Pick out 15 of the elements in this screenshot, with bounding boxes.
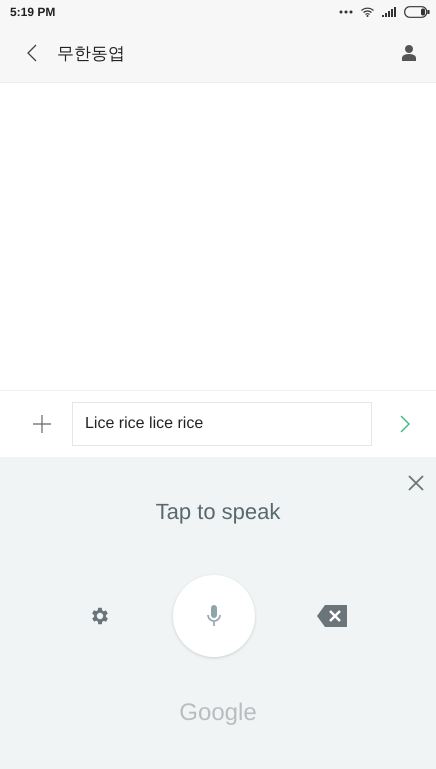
backspace-icon[interactable] bbox=[317, 605, 347, 627]
settings-icon[interactable] bbox=[89, 605, 111, 627]
back-icon[interactable] bbox=[27, 44, 37, 62]
more-dots-icon bbox=[339, 10, 353, 14]
chat-title: 무한동엽 bbox=[57, 42, 126, 64]
signal-icon bbox=[382, 7, 396, 17]
status-time: 5:19 PM bbox=[10, 5, 56, 19]
microphone-icon bbox=[207, 605, 221, 627]
message-input[interactable]: Lice rice lice rice bbox=[72, 402, 372, 446]
battery-icon bbox=[404, 6, 430, 18]
person-icon[interactable] bbox=[402, 45, 416, 61]
voice-prompt: Tap to speak bbox=[156, 499, 280, 525]
add-icon[interactable] bbox=[33, 415, 51, 433]
close-icon[interactable] bbox=[408, 475, 424, 491]
wifi-icon bbox=[361, 7, 374, 17]
